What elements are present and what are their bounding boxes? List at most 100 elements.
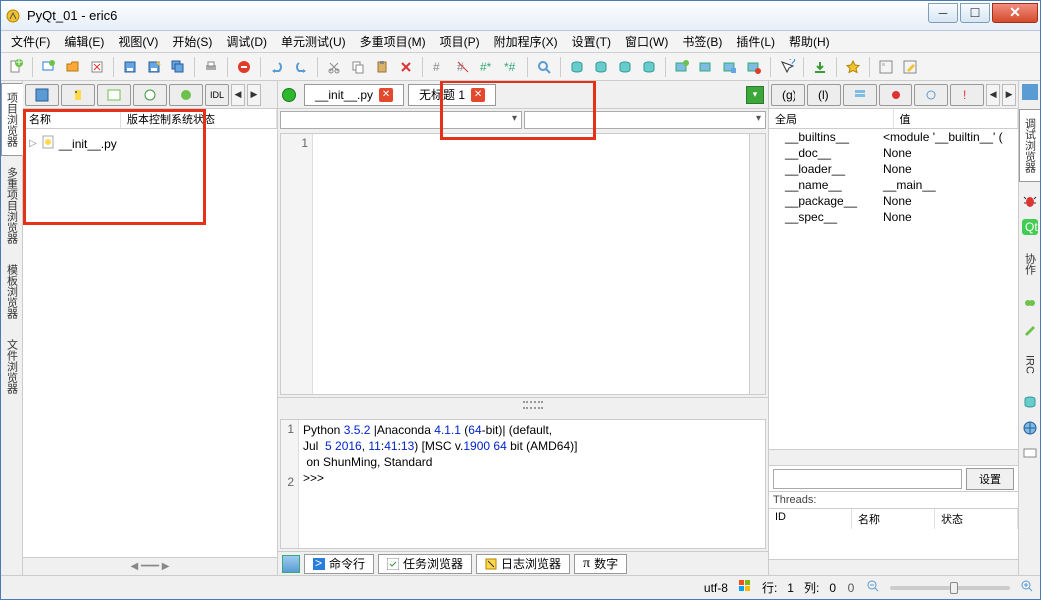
right-tab-irc[interactable]: IRC	[1021, 346, 1039, 383]
method-dropdown[interactable]	[524, 111, 766, 129]
panel-tab-resources[interactable]	[133, 84, 167, 106]
filter-input[interactable]	[773, 469, 962, 489]
menu-multiproject[interactable]: 多重项目(M)	[354, 31, 432, 52]
menu-unittest[interactable]: 单元测试(U)	[275, 31, 352, 52]
comment-icon[interactable]: #	[428, 56, 450, 78]
menu-debug[interactable]: 调试(D)	[220, 31, 273, 52]
editor-tab-1[interactable]: __init__.py ✕	[304, 84, 404, 106]
bottom-tab-numbers[interactable]: π数字	[574, 554, 627, 574]
search-icon[interactable]	[533, 56, 555, 78]
right-tab-locals[interactable]: (l)	[807, 84, 841, 106]
bottom-tab-task[interactable]: 任务浏览器	[378, 554, 472, 574]
minimize-button[interactable]: ─	[928, 3, 958, 23]
panel-tab-python[interactable]	[61, 84, 95, 106]
print-icon[interactable]	[200, 56, 222, 78]
proj-add-icon[interactable]	[671, 56, 693, 78]
threads-hscrollbar[interactable]	[769, 559, 1018, 575]
panel-tab-translations[interactable]	[169, 84, 203, 106]
menu-file[interactable]: 文件(F)	[5, 31, 56, 52]
right-tab-watch[interactable]	[914, 84, 948, 106]
left-tab-project[interactable]: 项目浏览器	[1, 83, 23, 156]
panel-tab-others[interactable]: IDL	[205, 84, 229, 106]
right-tab-left-arrow[interactable]: ◀	[986, 84, 1000, 106]
undo-icon[interactable]	[266, 56, 288, 78]
close-tab-icon[interactable]	[86, 56, 108, 78]
menu-window[interactable]: 窗口(W)	[619, 31, 674, 52]
menu-edit[interactable]: 编辑(E)	[58, 31, 110, 52]
favorite-icon[interactable]	[842, 56, 864, 78]
threads-col-id[interactable]: ID	[769, 509, 852, 529]
globe-icon[interactable]	[1021, 419, 1039, 437]
panel-tab-forms[interactable]	[97, 84, 131, 106]
right-tab-debug[interactable]: 调试浏览器	[1019, 109, 1041, 182]
qt-icon[interactable]: Qt	[1021, 218, 1039, 236]
tree-col-vcs[interactable]: 版本控制系统状态	[121, 109, 277, 128]
paste-icon[interactable]	[371, 56, 393, 78]
code-content[interactable]	[313, 134, 749, 394]
left-tab-file[interactable]: 文件浏览器	[1, 330, 23, 403]
variables-hscrollbar[interactable]	[769, 449, 1018, 465]
left-tab-template[interactable]: 模板浏览器	[1, 255, 23, 328]
right-dock-expand-icon[interactable]	[1021, 83, 1039, 101]
right-tab-exceptions[interactable]: !	[950, 84, 984, 106]
editor-tab-2[interactable]: 无标题 1 ✕	[408, 84, 496, 106]
python-shell[interactable]: 1 2 Python 3.5.2 |Anaconda 4.1.1 (64-bit…	[280, 419, 766, 549]
panel-tab-left-arrow[interactable]: ◀	[231, 84, 245, 106]
variables-body[interactable]: __builtins__<module '__builtin__' ( __do…	[769, 129, 1018, 449]
copy-icon[interactable]	[347, 56, 369, 78]
close-button[interactable]: ✕	[992, 3, 1038, 23]
tree-body[interactable]: ▷ __init__.py	[23, 129, 277, 557]
profile-icon[interactable]	[875, 56, 897, 78]
menu-view[interactable]: 视图(V)	[112, 31, 164, 52]
var-col-value[interactable]: 值	[894, 109, 1019, 128]
uncomment-icon[interactable]: #	[452, 56, 474, 78]
cut-icon[interactable]	[323, 56, 345, 78]
proj-save-icon[interactable]	[719, 56, 741, 78]
settings-button[interactable]: 设置	[966, 468, 1014, 490]
save-icon[interactable]	[119, 56, 141, 78]
bottom-tab-log[interactable]: 日志浏览器	[476, 554, 570, 574]
threads-col-name[interactable]: 名称	[852, 509, 935, 529]
bottom-expand-icon[interactable]	[282, 555, 300, 573]
menu-plugins[interactable]: 插件(L)	[730, 31, 781, 52]
var-col-global[interactable]: 全局	[769, 109, 894, 128]
right-tab-right-arrow[interactable]: ▶	[1002, 84, 1016, 106]
block-comment-icon[interactable]: #*	[476, 56, 498, 78]
editor-splitter[interactable]	[278, 397, 768, 417]
editor-tab-2-close[interactable]: ✕	[471, 88, 485, 102]
right-tab-callstack[interactable]	[843, 84, 877, 106]
menu-project[interactable]: 项目(P)	[434, 31, 486, 52]
expand-icon[interactable]: ▷	[29, 138, 37, 149]
panel-tab-right-arrow[interactable]: ▶	[247, 84, 261, 106]
right-tab-globals[interactable]: (g)	[771, 84, 805, 106]
zoom-in-icon[interactable]	[1020, 579, 1034, 596]
db-1-icon[interactable]	[566, 56, 588, 78]
bottom-tab-cmd[interactable]: >命令行	[304, 554, 374, 574]
redo-icon[interactable]	[290, 56, 312, 78]
zoom-slider[interactable]	[890, 586, 1010, 590]
monitor-icon[interactable]	[1021, 445, 1039, 463]
download-icon[interactable]	[809, 56, 831, 78]
whatsthis-icon[interactable]: ?	[776, 56, 798, 78]
left-scrollbar[interactable]: ◀ ━━━ ▶	[23, 557, 277, 575]
left-tab-multi[interactable]: 多重项目浏览器	[1, 158, 23, 253]
proj-close-icon[interactable]	[743, 56, 765, 78]
zoom-out-icon[interactable]	[866, 579, 880, 596]
menu-help[interactable]: 帮助(H)	[783, 31, 836, 52]
new-window-icon[interactable]	[38, 56, 60, 78]
panel-tab-sources[interactable]	[25, 84, 59, 106]
menu-bookmark[interactable]: 书签(B)	[676, 31, 728, 52]
menu-settings[interactable]: 设置(T)	[566, 31, 617, 52]
class-dropdown[interactable]	[280, 111, 522, 129]
maximize-button[interactable]: ☐	[960, 3, 990, 23]
right-tab-coop[interactable]: 协作	[1019, 244, 1041, 284]
open-icon[interactable]	[62, 56, 84, 78]
delete-icon[interactable]	[395, 56, 417, 78]
code-editor[interactable]: 1	[280, 133, 766, 395]
paint-icon[interactable]	[1021, 320, 1039, 338]
proj-open-icon[interactable]	[695, 56, 717, 78]
edit-profile-icon[interactable]	[899, 56, 921, 78]
db-4-icon[interactable]	[638, 56, 660, 78]
editor-tab-1-close[interactable]: ✕	[379, 88, 393, 102]
block-uncomment-icon[interactable]: *#	[500, 56, 522, 78]
